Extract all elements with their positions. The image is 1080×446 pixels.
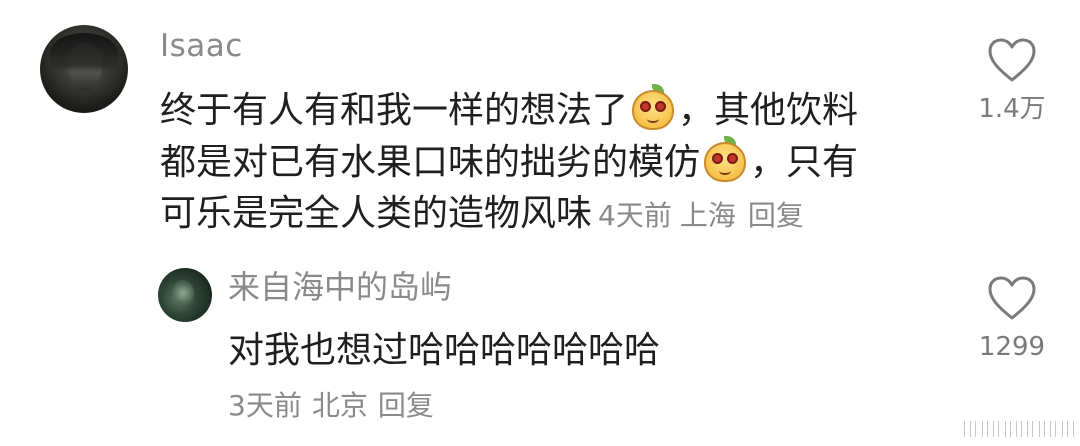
comment-location: 上海 xyxy=(679,199,736,232)
pear-emoji-icon xyxy=(702,136,748,182)
comment-text-line-3: 可乐是完全人类的造物风味 4天前 上海 回复 xyxy=(160,188,812,242)
like-button[interactable]: 1.4万 xyxy=(962,38,1062,126)
comment-text-line-2: 都是对已有水果口味的拙劣的模仿 ，只有 xyxy=(160,136,858,189)
watermark-logo xyxy=(964,418,1075,440)
comment-username[interactable]: Isaac xyxy=(160,27,243,65)
pear-emoji-icon xyxy=(630,84,676,130)
avatar[interactable] xyxy=(158,268,212,322)
reply-button[interactable]: 回复 xyxy=(748,199,804,232)
comment-meta: 4天前 上海 回复 xyxy=(598,199,812,232)
comment-time: 4天前 xyxy=(598,199,672,232)
avatar[interactable] xyxy=(40,25,128,113)
reply-location: 北京 xyxy=(311,389,368,422)
reply-meta: 3天前 北京 回复 xyxy=(228,386,444,426)
like-count: 1299 xyxy=(978,332,1046,362)
reply-username[interactable]: 来自海中的岛屿 xyxy=(228,268,452,306)
like-count: 1.4万 xyxy=(978,94,1046,124)
reply-time: 3天前 xyxy=(228,389,302,422)
heart-outline-icon xyxy=(988,276,1036,320)
reply-text: 对我也想过哈哈哈哈哈哈哈 xyxy=(228,330,661,371)
comment-text-line-1: 终于有人有和我一样的想法了 ，其他饮料 xyxy=(160,84,858,137)
heart-outline-icon xyxy=(988,38,1036,82)
reply-button[interactable]: 回复 xyxy=(378,389,434,422)
like-button[interactable]: 1299 xyxy=(962,276,1062,364)
